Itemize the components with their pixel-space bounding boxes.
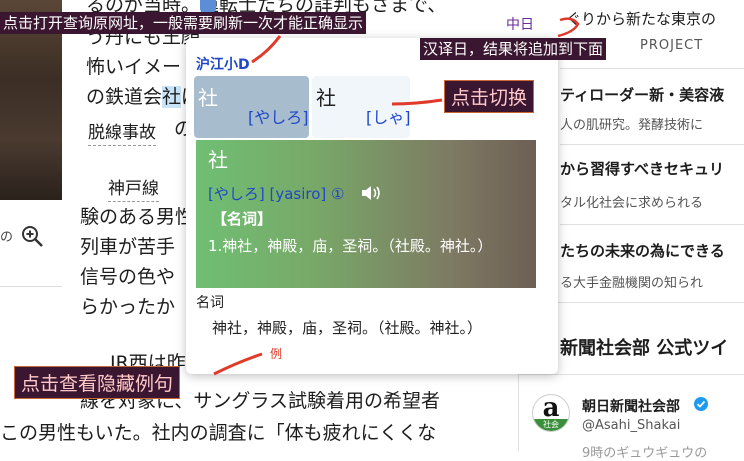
arrow-to-tag bbox=[557, 17, 580, 38]
arrow-to-source bbox=[251, 35, 282, 64]
arrow-to-tab bbox=[391, 98, 443, 106]
annotation-arrows bbox=[213, 17, 580, 376]
arrow-to-example bbox=[213, 352, 263, 376]
